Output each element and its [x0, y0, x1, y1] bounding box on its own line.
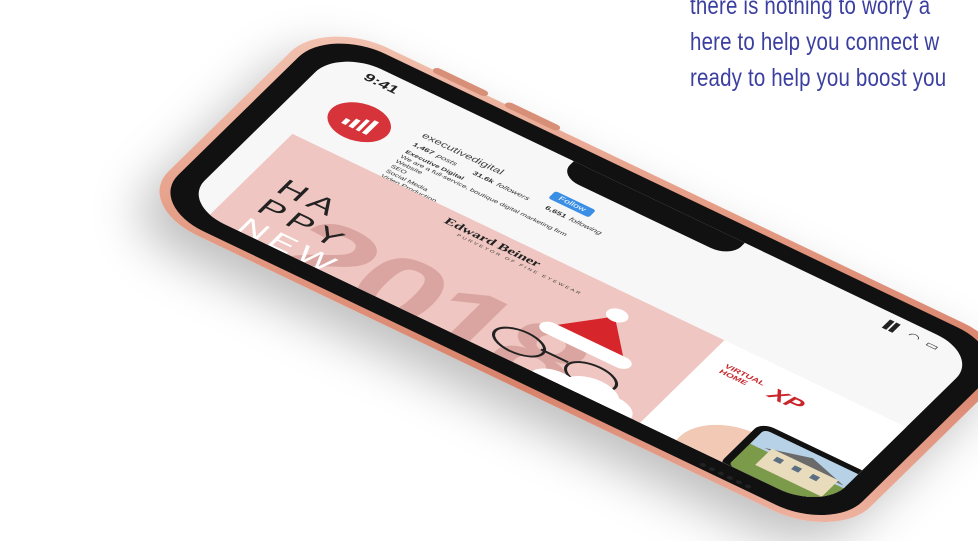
phone-mockup: 9:41 ▐▌ ◠ ▭ executivedigital Follow 1,46…	[133, 18, 978, 541]
phone-mockup-scene: 9:41 ▐▌ ◠ ▭ executivedigital Follow 1,46…	[0, 0, 978, 541]
greeting-line: AR	[191, 251, 271, 300]
phone-bezel: 9:41 ▐▌ ◠ ▭ executivedigital Follow 1,46…	[147, 27, 978, 532]
avatar[interactable]	[316, 93, 403, 151]
logo-bars-icon	[341, 110, 380, 135]
logo-xp: XP	[763, 384, 810, 414]
logo-text: VIRTUAL HOME	[716, 363, 767, 388]
status-time: 9:41	[360, 70, 403, 97]
